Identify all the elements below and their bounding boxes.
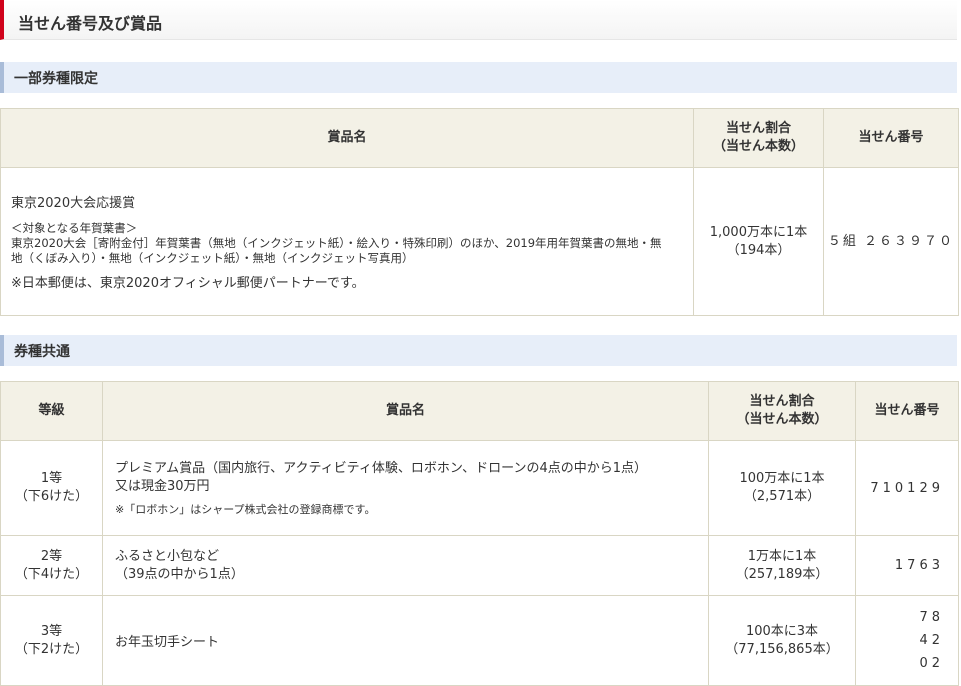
- table-row: 東京2020大会応援賞 ＜対象となる年賀葉書＞ 東京2020大会［寄附金付］年賀…: [0, 167, 959, 316]
- ratio-cell: 100本に3本 （77,156,865本）: [708, 595, 856, 686]
- header-number: 当せん番号: [855, 381, 959, 441]
- table-row: 3等 （下2けた） お年玉切手シート 100本に3本 （77,156,865本） 7…: [0, 595, 959, 686]
- ratio-cell: 1,000万本に1本 （194本）: [693, 167, 824, 316]
- section-heading-common: 券種共通: [0, 335, 957, 366]
- limited-prize-table: 賞品名 当せん割合 （当せん本数） 当せん番号 東京2020大会応援賞 ＜対象とな…: [0, 108, 959, 316]
- winning-number: 1763: [855, 535, 959, 596]
- grade-cell: 3等 （下2けた）: [0, 595, 103, 686]
- page-title: 当せん番号及び賞品: [0, 0, 957, 40]
- grade-cell: 1等 （下6けた）: [0, 440, 103, 536]
- grade-cell: 2等 （下4けた）: [0, 535, 103, 596]
- winning-numbers: 78 42 02: [855, 595, 959, 686]
- header-ratio: 当せん割合 （当せん本数）: [693, 108, 824, 168]
- table-row: 2等 （下4けた） ふるさと小包など （39点の中から1点） 1万本に1本 （257,…: [0, 535, 959, 596]
- header-prize: 賞品名: [102, 381, 709, 441]
- trademark-note: ※「ロボホン」はシャープ株式会社の登録商標です。: [115, 502, 376, 516]
- prize-name: 東京2020大会応援賞: [11, 196, 136, 211]
- header-prize: 賞品名: [0, 108, 694, 168]
- section-heading-limited: 一部券種限定: [0, 62, 957, 93]
- header-grade: 等級: [0, 381, 103, 441]
- prize-cell: プレミアム賞品（国内旅行、アクティビティ体験、ロボホン、ドローンの4点の中から1…: [102, 440, 709, 536]
- ratio-cell: 1万本に1本 （257,189本）: [708, 535, 856, 596]
- prize-cell: お年玉切手シート: [102, 595, 709, 686]
- prize-cell: ふるさと小包など （39点の中から1点）: [102, 535, 709, 596]
- target-label: ＜対象となる年賀葉書＞: [11, 221, 138, 235]
- ratio-cell: 100万本に1本 （2,571本）: [708, 440, 856, 536]
- header-ratio: 当せん割合 （当せん本数）: [708, 381, 856, 441]
- prize-cell: 東京2020大会応援賞 ＜対象となる年賀葉書＞ 東京2020大会［寄附金付］年賀…: [0, 167, 694, 316]
- winning-number: 710129: [855, 440, 959, 536]
- common-prize-table: 等級 賞品名 当せん割合 （当せん本数） 当せん番号 1等 （下6けた） プレミアム…: [0, 381, 959, 686]
- table-row: 1等 （下6けた） プレミアム賞品（国内旅行、アクティビティ体験、ロボホン、ドロー…: [0, 440, 959, 536]
- partner-note: ※日本郵便は、東京2020オフィシャル郵便パートナーです。: [11, 276, 365, 291]
- header-number: 当せん番号: [823, 108, 959, 168]
- winning-number: ５組 ２６３９７０: [823, 167, 959, 316]
- target-text: 東京2020大会［寄附金付］年賀葉書（無地（インクジェット紙）・絵入り・特殊印刷…: [11, 236, 662, 265]
